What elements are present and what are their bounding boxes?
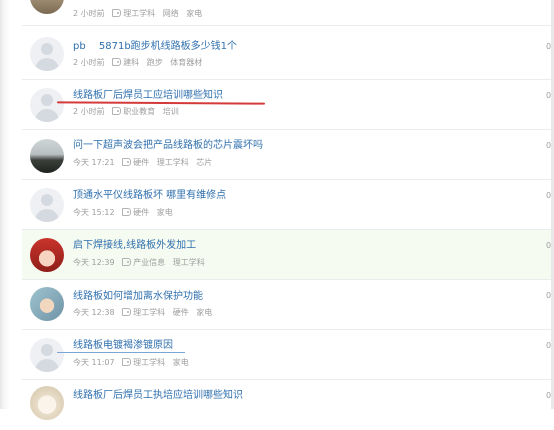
answer-count: 0 <box>546 141 552 150</box>
item-meta: 今天 12:38 理工学科 硬件 家电 <box>73 308 217 318</box>
list-item: 线路板厂后焊员工执培应培训哪些知识 0 <box>22 380 551 430</box>
answer-count: 0 <box>546 341 552 350</box>
item-time: 今天 15:12 <box>73 208 115 217</box>
avatar[interactable] <box>30 188 64 222</box>
item-meta: 今天 11:07 理工学科 家电 <box>73 358 194 368</box>
tag-link[interactable]: 理工学科 <box>133 308 165 317</box>
avatar[interactable] <box>30 238 64 272</box>
item-time: 今天 11:07 <box>73 358 115 367</box>
tag-link[interactable]: 家电 <box>173 358 189 367</box>
tag-link[interactable]: 建科 <box>123 58 139 67</box>
list-item: 线路板电镀褐渗镀原因 今天 11:07 理工学科 家电 0 <box>22 330 551 380</box>
tag-link[interactable]: 培训 <box>163 107 179 116</box>
avatar[interactable] <box>30 386 64 420</box>
avatar[interactable] <box>30 139 64 173</box>
list-item: 问一下超声波会把产品线路板的芯片震坏吗 今天 17:21 硬件 理工学科 芯片 … <box>22 130 551 180</box>
tag-icon <box>122 208 132 216</box>
tag-link[interactable]: 职业教育 <box>123 107 155 116</box>
question-title-link[interactable]: 线路板电镀褐渗镀原因 <box>73 340 173 352</box>
question-title-link[interactable]: 线路板厂后焊员工应培训哪些知识 <box>73 90 223 102</box>
question-title-link[interactable]: 线路板如何增加离水保护功能 <box>73 291 203 303</box>
question-list: 2 小时前 理工学科 网络 家电 pb 5871b跑步机线路板多少钱1个 2 小… <box>22 0 551 420</box>
avatar[interactable] <box>30 37 64 71</box>
question-title-link[interactable]: 顶通水平仪线路板坏 哪里有维修点 <box>73 190 226 202</box>
item-time: 今天 12:39 <box>73 258 115 267</box>
tag-link[interactable]: 跑步 <box>147 58 163 67</box>
item-time: 2 小时前 <box>73 9 105 18</box>
tag-link[interactable]: 理工学科 <box>157 158 189 167</box>
tag-icon <box>122 358 132 366</box>
item-meta: 2 小时前 理工学科 网络 家电 <box>73 9 207 19</box>
tag-link[interactable]: 理工学科 <box>133 358 165 367</box>
tag-icon <box>122 158 132 166</box>
tag-link[interactable]: 硬件 <box>133 158 149 167</box>
tag-link[interactable]: 产业信息 <box>133 258 165 267</box>
item-meta: 今天 17:21 硬件 理工学科 芯片 <box>73 158 217 168</box>
tag-icon <box>122 258 132 266</box>
tag-link[interactable]: 家电 <box>186 9 202 18</box>
list-item: 线路板如何增加离水保护功能 今天 12:38 理工学科 硬件 家电 0 <box>22 280 551 330</box>
avatar[interactable] <box>30 0 64 14</box>
tag-link[interactable]: 硬件 <box>173 308 189 317</box>
tag-link[interactable]: 理工学科 <box>123 9 155 18</box>
answer-count: 0 <box>546 91 552 100</box>
blue-annotation-underline <box>57 352 185 353</box>
tag-icon <box>112 58 122 66</box>
answer-count: 0 <box>546 241 552 250</box>
item-meta: 今天 15:12 硬件 家电 <box>73 208 178 218</box>
list-item: 线路板厂后焊员工应培训哪些知识 2 小时前 职业教育 培训 0 <box>22 80 551 130</box>
list-item: pb 5871b跑步机线路板多少钱1个 2 小时前 建科 跑步 体育器材 0 <box>22 27 551 80</box>
item-time: 今天 12:38 <box>73 308 115 317</box>
answer-count: 0 <box>546 391 552 400</box>
tag-link[interactable]: 家电 <box>157 208 173 217</box>
answer-count: 0 <box>546 291 552 300</box>
tag-link[interactable]: 体育器材 <box>170 58 202 67</box>
tag-link[interactable]: 硬件 <box>133 208 149 217</box>
list-item: 启下焊接线,线路板外发加工 今天 12:39 产业信息 理工学科 0 <box>22 230 551 280</box>
avatar[interactable] <box>30 88 64 122</box>
page-left-border <box>0 0 10 409</box>
question-title-link[interactable]: 问一下超声波会把产品线路板的芯片震坏吗 <box>73 140 263 152</box>
list-item: 2 小时前 理工学科 网络 家电 <box>22 0 551 26</box>
item-time: 2 小时前 <box>73 107 105 116</box>
avatar[interactable] <box>30 338 64 372</box>
tag-icon <box>112 9 122 17</box>
avatar[interactable] <box>30 287 64 321</box>
list-item: 顶通水平仪线路板坏 哪里有维修点 今天 15:12 硬件 家电 0 <box>22 180 551 230</box>
item-meta: 2 小时前 建科 跑步 体育器材 <box>73 58 207 68</box>
answer-count: 0 <box>546 191 552 200</box>
question-title-link[interactable]: 线路板厂后焊员工执培应培训哪些知识 <box>73 390 243 402</box>
item-time: 2 小时前 <box>73 58 105 67</box>
item-time: 今天 17:21 <box>73 158 115 167</box>
question-title-link[interactable]: pb 5871b跑步机线路板多少钱1个 <box>73 41 237 53</box>
question-title-link[interactable]: 启下焊接线,线路板外发加工 <box>73 240 196 252</box>
tag-icon <box>112 107 122 115</box>
item-meta: 2 小时前 职业教育 培训 <box>73 107 184 117</box>
answer-count: 0 <box>546 42 552 51</box>
tag-link[interactable]: 家电 <box>196 308 212 317</box>
tag-link[interactable]: 理工学科 <box>173 258 205 267</box>
tag-link[interactable]: 芯片 <box>196 158 212 167</box>
item-meta: 今天 12:39 产业信息 理工学科 <box>73 258 210 268</box>
tag-link[interactable]: 网络 <box>163 9 179 18</box>
tag-icon <box>122 308 132 316</box>
